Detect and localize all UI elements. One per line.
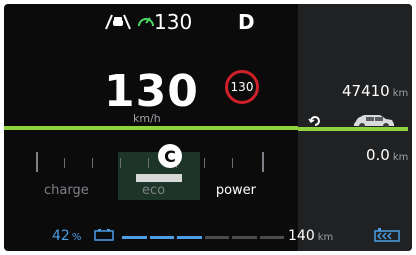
instrument-cluster: 130 D 130 km/h 130 charge eco power C 47… <box>4 4 412 251</box>
gauge-edge-left <box>36 152 38 172</box>
status-bar: 130 D <box>4 10 298 34</box>
current-speed: 130 <box>104 66 199 117</box>
trip-divider-line <box>298 127 408 131</box>
gauge-tick <box>204 158 205 168</box>
trip-reset-icon[interactable] <box>308 114 322 128</box>
lane-assist-icon <box>105 14 131 30</box>
battery-segment <box>232 236 257 239</box>
battery-percent-unit: % <box>71 232 82 243</box>
charging-mode-icon <box>374 228 400 242</box>
trip-distance: 0.0 km <box>366 146 408 164</box>
gauge-tick <box>92 158 93 168</box>
cruise-control-icon <box>138 17 154 27</box>
speed-unit: km/h <box>133 112 161 125</box>
range-unit: km <box>317 232 334 243</box>
gear-indicator: D <box>238 10 255 34</box>
gauge-tick <box>148 158 149 168</box>
speed-limit-sign: 130 <box>225 70 259 104</box>
gauge-label-charge: charge <box>44 183 89 198</box>
gauge-tick <box>64 158 65 168</box>
odometer-value: 47410 <box>342 82 390 100</box>
gauge-label-eco: eco <box>142 183 166 198</box>
gauge-tick <box>232 158 233 168</box>
battery-segment <box>177 236 202 239</box>
gauge-tick <box>120 158 121 168</box>
speed-limit-value: 130 <box>230 80 254 94</box>
battery-percent-value: 42 <box>52 228 70 244</box>
battery-icon <box>94 229 114 241</box>
power-level-bar <box>136 174 182 182</box>
battery-segment <box>204 236 229 239</box>
battery-percent: 42% <box>52 228 81 244</box>
odometer: 47410 km <box>342 82 408 100</box>
trip-value: 0.0 <box>366 146 390 164</box>
battery-segment <box>149 236 174 239</box>
odometer-unit: km <box>392 88 409 99</box>
battery-bar: 42% 140 km <box>4 226 412 246</box>
set-speed: 130 <box>154 10 193 34</box>
marker-c: C <box>158 144 182 168</box>
range: 140 km <box>288 228 333 244</box>
divider-line <box>4 126 298 130</box>
trip-unit: km <box>392 152 409 163</box>
gauge-edge-right <box>262 152 264 172</box>
range-value: 140 <box>288 228 315 244</box>
battery-segment <box>259 236 284 239</box>
gauge-label-power: power <box>215 183 256 198</box>
battery-segment <box>122 236 147 239</box>
power-gauge: charge eco power <box>36 152 264 200</box>
